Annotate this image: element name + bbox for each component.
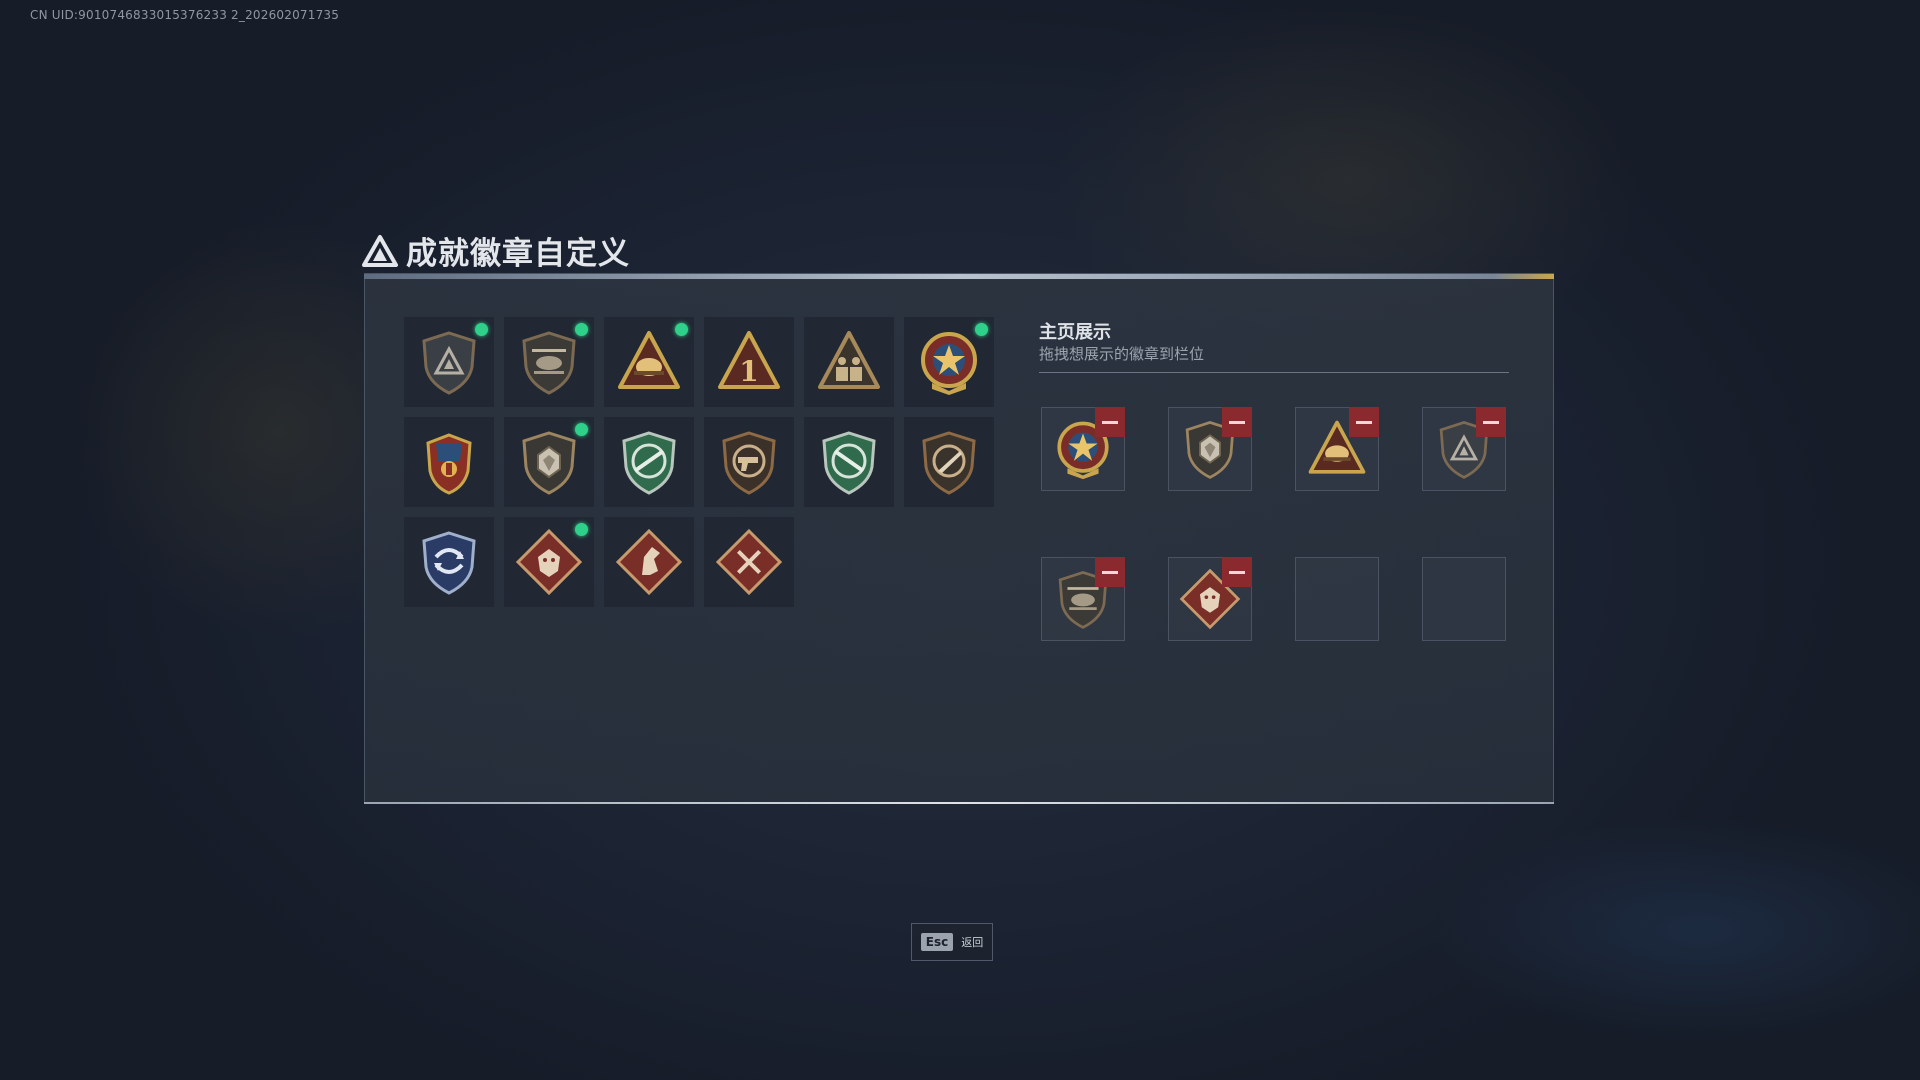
badge-item[interactable] <box>504 417 594 507</box>
new-indicator-dot <box>575 523 588 536</box>
badge-item[interactable] <box>804 317 894 407</box>
badge-item[interactable] <box>504 517 594 607</box>
new-indicator-dot <box>675 323 688 336</box>
badge-item[interactable] <box>604 417 694 507</box>
badge-item[interactable] <box>704 417 794 507</box>
empty-showcase-slot[interactable] <box>1295 557 1379 641</box>
uid-label: CN UID:9010746833015376233 2_20260207173… <box>30 8 340 22</box>
bronze-shield-knife-icon <box>922 431 976 495</box>
minus-icon <box>1229 570 1245 574</box>
remove-badge-button[interactable] <box>1222 407 1252 437</box>
showcase-slot[interactable] <box>1041 557 1125 641</box>
badge-item[interactable] <box>404 517 494 607</box>
blue-shield-arrows-icon <box>422 531 476 595</box>
new-indicator-dot <box>975 323 988 336</box>
triangle-soldiers-icon <box>818 331 880 389</box>
badge-item[interactable] <box>604 317 694 407</box>
diamond-blades-icon <box>715 528 783 596</box>
empty-showcase-slot[interactable] <box>1422 557 1506 641</box>
new-indicator-dot <box>575 423 588 436</box>
green-shield-rifle-icon <box>622 431 676 495</box>
minus-icon <box>1102 420 1118 424</box>
showcase-title: 主页展示 <box>1039 322 1111 343</box>
badge-item[interactable] <box>604 517 694 607</box>
bronze-shield-pistol-icon <box>722 431 776 495</box>
shield-delta-icon <box>422 331 476 395</box>
minus-icon <box>1229 420 1245 424</box>
badge-item[interactable] <box>804 417 894 507</box>
badge-item[interactable] <box>904 317 994 407</box>
panel-bottom-border <box>364 802 1554 804</box>
back-label: 返回 <box>961 936 984 949</box>
remove-badge-button[interactable] <box>1349 407 1379 437</box>
star-medal-icon <box>921 332 977 395</box>
badge-item[interactable]: 1 <box>704 317 794 407</box>
header: 成就徽章自定义 <box>362 228 630 273</box>
badge-item[interactable] <box>504 317 594 407</box>
minus-icon <box>1102 570 1118 574</box>
green-shield-rifle-alt-icon <box>822 431 876 495</box>
shield-gem-icon <box>522 431 576 495</box>
minus-icon <box>1483 420 1499 424</box>
badge-item[interactable] <box>404 417 494 507</box>
game-logo-icon <box>362 234 398 267</box>
showcase-subtitle: 拖拽想展示的徽章到栏位 <box>1039 345 1205 363</box>
diamond-horse-icon <box>615 528 683 596</box>
showcase-slot[interactable] <box>1168 407 1252 491</box>
badge-item[interactable] <box>904 417 994 507</box>
panel-top-border <box>364 274 1554 279</box>
back-button[interactable]: Esc 返回 <box>911 923 993 961</box>
esc-key-hint: Esc <box>920 933 954 951</box>
badge-item[interactable] <box>404 317 494 407</box>
helicopter-shield-icon <box>522 331 576 395</box>
new-indicator-dot <box>575 323 588 336</box>
winged-shield-crest-icon <box>426 433 472 495</box>
triangle-number-one-icon: 1 <box>718 331 780 389</box>
triangle-helmet-icon <box>618 331 680 389</box>
showcase-slot[interactable] <box>1041 407 1125 491</box>
remove-badge-button[interactable] <box>1222 557 1252 587</box>
minus-icon <box>1356 420 1372 424</box>
showcase-slot[interactable] <box>1168 557 1252 641</box>
remove-badge-button[interactable] <box>1095 407 1125 437</box>
new-indicator-dot <box>475 323 488 336</box>
showcase-slot[interactable] <box>1422 407 1506 491</box>
remove-badge-button[interactable] <box>1095 557 1125 587</box>
showcase-divider <box>1039 372 1509 373</box>
page-title: 成就徽章自定义 <box>406 236 630 272</box>
badge-item[interactable] <box>704 517 794 607</box>
showcase-slot[interactable] <box>1295 407 1379 491</box>
remove-badge-button[interactable] <box>1476 407 1506 437</box>
diamond-dragon-icon <box>515 528 583 596</box>
svg-text:1: 1 <box>739 355 758 388</box>
